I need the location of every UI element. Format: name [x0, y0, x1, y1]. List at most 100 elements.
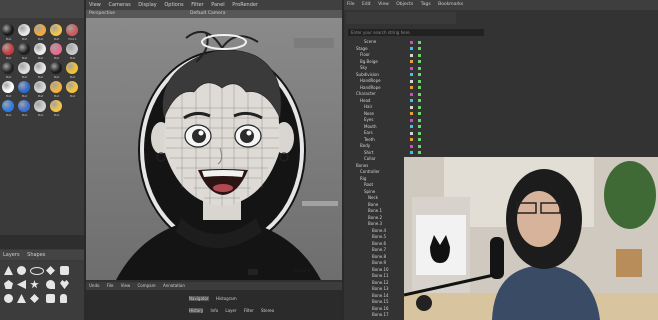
visibility-check-icon[interactable]: [418, 144, 421, 148]
object-tree-row[interactable]: Sky: [360, 65, 367, 71]
tab-history[interactable]: History: [189, 308, 204, 313]
object-tree-row[interactable]: Bone.12: [372, 280, 389, 286]
heart-icon[interactable]: [60, 280, 69, 289]
object-tree-row[interactable]: Teeth: [364, 137, 375, 143]
tab-stereo[interactable]: Stereo: [261, 308, 274, 313]
material-swatch[interactable]: [18, 24, 30, 36]
menu-prorender[interactable]: ProRender: [232, 0, 258, 10]
menu-cameras[interactable]: Cameras: [108, 0, 130, 10]
object-tree-row[interactable]: Bone: [368, 202, 378, 208]
object-tree-row[interactable]: Bg.Beige: [360, 59, 378, 65]
visibility-check-icon[interactable]: [418, 125, 421, 128]
object-tree-row[interactable]: Subdivision: [356, 72, 379, 78]
tab-undo[interactable]: Undo: [89, 282, 99, 290]
tab-shapes[interactable]: Shapes: [27, 250, 45, 260]
triangle-icon[interactable]: [4, 266, 13, 275]
diamond-icon[interactable]: [46, 266, 55, 275]
material-swatch[interactable]: [18, 43, 30, 55]
object-tree-row[interactable]: Bone.14: [372, 293, 389, 299]
object-tree-row[interactable]: Controller: [360, 169, 380, 175]
diamond-icon[interactable]: [30, 294, 39, 303]
circle-icon[interactable]: [17, 266, 26, 275]
material-swatch[interactable]: [50, 43, 62, 55]
object-tree-row[interactable]: Rig: [360, 176, 366, 182]
object-tree-row[interactable]: Bone.1: [368, 208, 382, 214]
3d-viewport[interactable]: Frame 0: [86, 18, 342, 280]
eye-icon[interactable]: [30, 267, 44, 275]
material-panel-toolbar[interactable]: [0, 0, 84, 18]
square-icon[interactable]: [60, 266, 69, 275]
visibility-check-icon[interactable]: [418, 73, 421, 76]
square-icon[interactable]: [46, 294, 55, 303]
tab-view[interactable]: View: [121, 282, 131, 290]
tab-file[interactable]: File: [107, 282, 114, 290]
material-swatch[interactable]: [2, 24, 14, 36]
material-swatch[interactable]: [18, 81, 30, 93]
visibility-check-icon[interactable]: [418, 53, 421, 57]
material-swatch[interactable]: [2, 100, 14, 112]
visibility-check-icon[interactable]: [418, 66, 421, 70]
object-tree-row[interactable]: Bone.15: [372, 299, 389, 305]
object-tree-row[interactable]: Spine: [364, 189, 375, 195]
material-swatch[interactable]: [18, 62, 30, 74]
visibility-check-icon[interactable]: [418, 60, 421, 63]
object-tree-row[interactable]: Bone.4: [372, 228, 386, 234]
object-tree-row[interactable]: Bone.13: [372, 286, 389, 292]
pentagon-icon[interactable]: [4, 280, 13, 289]
material-swatch[interactable]: [66, 81, 78, 93]
visibility-check-icon[interactable]: [418, 40, 421, 44]
object-tree-row[interactable]: Shirt: [364, 150, 373, 156]
material-swatch[interactable]: [34, 62, 46, 74]
object-tree-row[interactable]: Ears: [364, 130, 373, 136]
menu-file[interactable]: File: [347, 0, 355, 10]
arrow-icon[interactable]: [17, 280, 26, 289]
object-tree-row[interactable]: Bone.17: [372, 312, 389, 318]
object-tree-row[interactable]: Bone.9: [372, 260, 386, 266]
menu-options[interactable]: Options: [164, 0, 183, 10]
menu-filter[interactable]: Filter: [191, 0, 203, 10]
visibility-check-icon[interactable]: [418, 118, 421, 122]
object-tree-row[interactable]: Stage: [356, 46, 368, 52]
material-swatch[interactable]: [2, 43, 14, 55]
object-tree-row[interactable]: Root: [364, 182, 373, 188]
material-swatch[interactable]: [2, 81, 14, 93]
material-swatch[interactable]: [66, 62, 78, 74]
object-tree-row[interactable]: HandRope: [360, 85, 381, 91]
microphone-icon[interactable]: [60, 294, 67, 303]
menu-display[interactable]: Display: [138, 0, 156, 10]
object-tree-row[interactable]: Bone.3: [368, 221, 382, 227]
tab-layer[interactable]: Layer: [225, 308, 236, 313]
object-tree-row[interactable]: Bone.7: [372, 247, 386, 253]
menu-view[interactable]: View: [89, 0, 101, 10]
visibility-check-icon[interactable]: [418, 92, 421, 96]
om-toolbar[interactable]: [346, 12, 456, 24]
object-tree-row[interactable]: Bone.16: [372, 306, 389, 312]
speech-bubble-icon[interactable]: [46, 280, 55, 289]
object-tree-row[interactable]: Mouth: [364, 124, 377, 130]
menu-view[interactable]: View: [378, 0, 389, 10]
object-tree-row[interactable]: Bone.8: [372, 254, 386, 260]
tab-histogram[interactable]: Histogram: [216, 296, 237, 301]
visibility-check-icon[interactable]: [418, 112, 421, 115]
tab-filter[interactable]: Filter: [244, 308, 254, 313]
object-tree-row[interactable]: Scene: [364, 39, 376, 45]
material-swatch[interactable]: [34, 43, 46, 55]
object-tree-row[interactable]: HandRope: [360, 78, 381, 84]
tab-info[interactable]: Info: [211, 308, 219, 313]
visibility-check-icon[interactable]: [418, 131, 421, 135]
object-tree-row[interactable]: Eyes: [364, 117, 373, 123]
visibility-check-icon[interactable]: [418, 79, 421, 83]
visibility-check-icon[interactable]: [418, 151, 421, 154]
object-tree-row[interactable]: Collar: [364, 156, 376, 162]
tab-annotation[interactable]: Annotation: [163, 282, 185, 290]
material-swatch[interactable]: [34, 24, 46, 36]
menu-objects[interactable]: Objects: [396, 0, 413, 10]
object-tree-row[interactable]: Character: [356, 91, 376, 97]
visibility-check-icon[interactable]: [418, 86, 421, 89]
menu-panel[interactable]: Panel: [211, 0, 225, 10]
object-tree-row[interactable]: Bone.10: [372, 267, 389, 273]
material-swatch[interactable]: [18, 100, 30, 112]
material-swatch[interactable]: [66, 24, 78, 36]
object-tree-row[interactable]: Body: [360, 143, 370, 149]
visibility-check-icon[interactable]: [418, 138, 421, 141]
